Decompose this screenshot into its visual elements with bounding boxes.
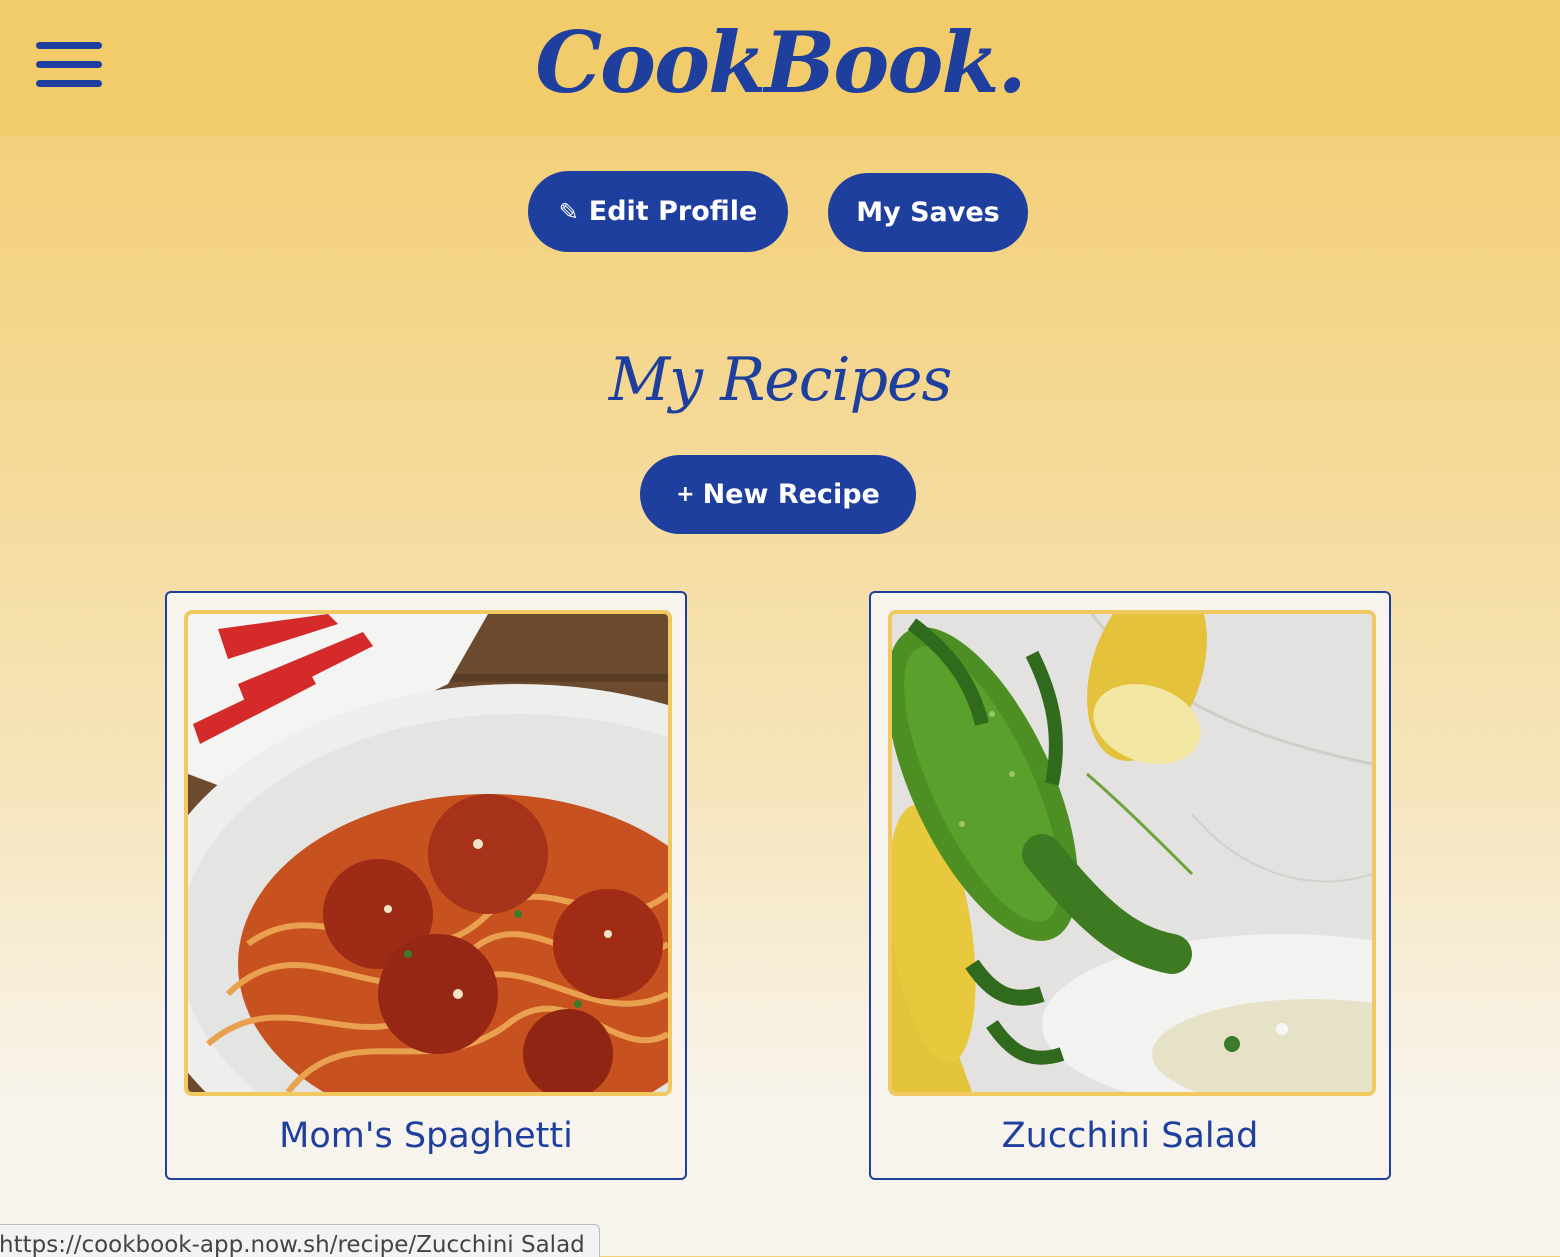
status-bar-url: https://cookbook-app.now.sh/recipe/Zucch…	[0, 1224, 600, 1257]
new-recipe-button[interactable]: + New Recipe	[640, 455, 916, 534]
recipe-image-spaghetti[interactable]	[184, 610, 672, 1096]
edit-profile-label: Edit Profile	[588, 196, 758, 227]
plus-icon: +	[676, 482, 695, 507]
recipe-image-zucchini[interactable]	[888, 610, 1376, 1096]
section-title: My Recipes	[608, 345, 953, 415]
recipe-title[interactable]: Mom's Spaghetti	[167, 1111, 685, 1161]
recipe-card[interactable]: Zucchini Salad	[869, 591, 1391, 1180]
recipe-title[interactable]: Zucchini Salad	[871, 1111, 1389, 1161]
brand-logo[interactable]: CookBook.	[0, 8, 1560, 118]
new-recipe-label: New Recipe	[702, 479, 880, 510]
my-saves-button[interactable]: My Saves	[828, 173, 1028, 252]
my-saves-label: My Saves	[856, 197, 1000, 228]
recipe-card[interactable]: Mom's Spaghetti	[165, 591, 687, 1180]
pencil-icon: ✎	[558, 197, 579, 226]
top-navbar: CookBook.	[0, 0, 1560, 135]
edit-profile-button[interactable]: ✎ Edit Profile	[528, 171, 788, 252]
